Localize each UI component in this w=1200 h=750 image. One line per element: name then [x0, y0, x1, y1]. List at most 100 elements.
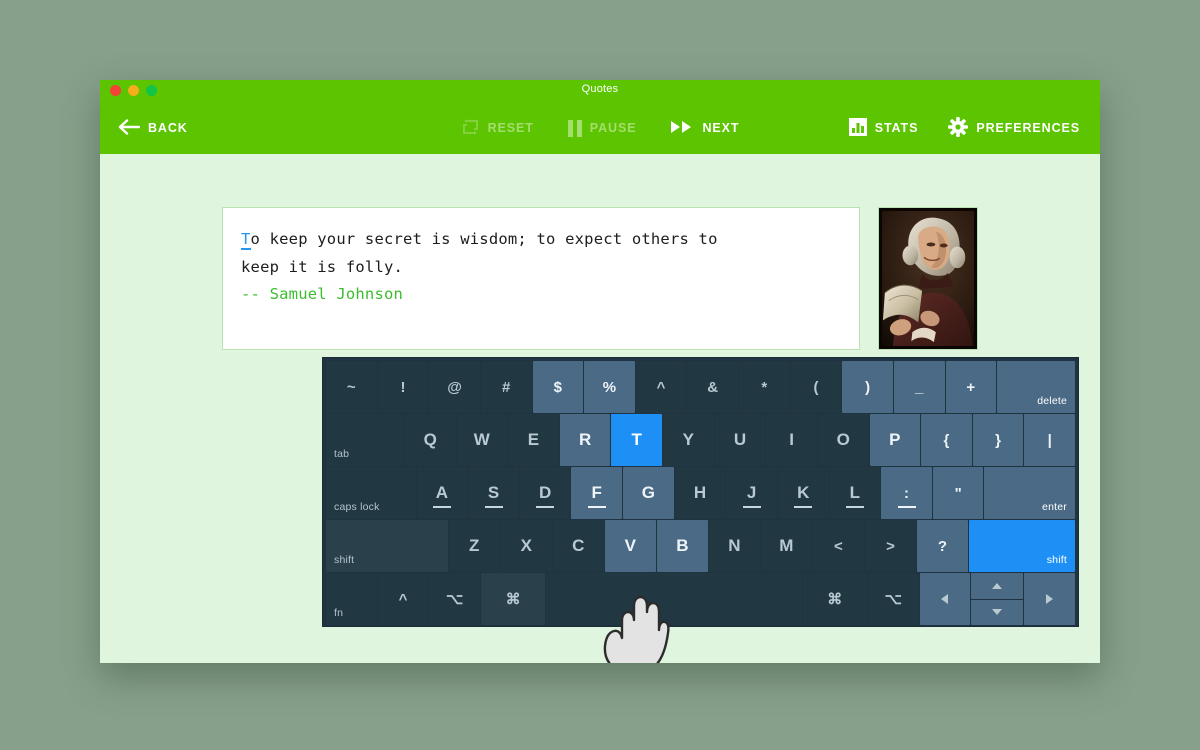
key-symbol[interactable]: !: [377, 361, 429, 413]
key-symbol[interactable]: &: [687, 361, 738, 413]
key-l[interactable]: L: [829, 467, 881, 519]
app-toolbar: BACK RESET PAUSE NEXT STATS PREFERENCES: [100, 102, 1100, 154]
key-symbol[interactable]: ~: [326, 361, 377, 413]
key-d[interactable]: D: [519, 467, 571, 519]
key-label: G: [641, 483, 655, 502]
key-space[interactable]: [546, 573, 802, 625]
key-symbol[interactable]: (: [790, 361, 842, 413]
key-s[interactable]: S: [468, 467, 519, 519]
next-button[interactable]: NEXT: [670, 120, 739, 137]
key-symbol[interactable]: ^: [377, 573, 429, 625]
key-label: !: [400, 378, 406, 396]
key-i[interactable]: I: [766, 414, 817, 466]
preferences-button[interactable]: PREFERENCES: [948, 116, 1080, 140]
key-symbol[interactable]: <: [812, 520, 864, 572]
key-symbol[interactable]: +: [945, 361, 997, 413]
key-label: ⌥: [446, 591, 464, 608]
key-label: R: [578, 430, 592, 449]
key-q[interactable]: Q: [404, 414, 456, 466]
key-u[interactable]: U: [714, 414, 766, 466]
key-arrow-right[interactable]: [1024, 573, 1075, 625]
pause-button[interactable]: PAUSE: [567, 119, 637, 137]
key-c[interactable]: C: [552, 520, 604, 572]
key-label: J: [746, 483, 757, 502]
key-label: ): [865, 378, 871, 396]
key-symbol[interactable]: #: [480, 361, 532, 413]
key-w[interactable]: W: [456, 414, 508, 466]
keyboard-row: tab Q W E R T Y U I O P {} |: [326, 414, 1076, 466]
stats-button[interactable]: STATS: [848, 117, 919, 139]
key-label: N: [728, 536, 741, 555]
key-symbol[interactable]: |: [1024, 414, 1076, 466]
home-row-marker: [587, 505, 606, 508]
key-o[interactable]: O: [817, 414, 869, 466]
key-h[interactable]: H: [674, 467, 726, 519]
home-row-marker: [536, 505, 555, 508]
key-j[interactable]: J: [726, 467, 777, 519]
key-symbol[interactable]: $: [532, 361, 584, 413]
key-label: shift: [1046, 554, 1067, 566]
key-a[interactable]: A: [416, 467, 468, 519]
key-symbol[interactable]: :: [881, 467, 932, 519]
key-symbol[interactable]: ?: [916, 520, 968, 572]
key-enter[interactable]: enter: [984, 467, 1075, 519]
key-label: ^: [398, 590, 408, 608]
key-symbol[interactable]: ^: [635, 361, 687, 413]
key-symbol[interactable]: %: [584, 361, 635, 413]
key-symbol[interactable]: ⌘: [481, 573, 546, 625]
key-arrow-left[interactable]: [919, 573, 971, 625]
keyboard-row: fn ^ ⌥ ⌘ ⌘ ⌥: [326, 573, 1075, 625]
cursor-character: T: [241, 230, 251, 250]
key-label: caps lock: [334, 501, 380, 513]
key-delete[interactable]: delete: [997, 361, 1076, 413]
reset-button[interactable]: RESET: [461, 118, 534, 139]
key-f[interactable]: F: [571, 467, 623, 519]
key-symbol[interactable]: ⌥: [429, 573, 481, 625]
pause-label: PAUSE: [589, 121, 637, 135]
key-r[interactable]: R: [559, 414, 611, 466]
key-symbol[interactable]: *: [739, 361, 790, 413]
key-k[interactable]: K: [777, 467, 829, 519]
key-e[interactable]: E: [508, 414, 559, 466]
key-p[interactable]: P: [869, 414, 921, 466]
key-symbol[interactable]: }: [972, 414, 1024, 466]
key-symbol[interactable]: ): [842, 361, 893, 413]
key-g[interactable]: G: [623, 467, 674, 519]
home-row-marker: [484, 505, 503, 508]
key-symbol[interactable]: ": [932, 467, 984, 519]
key-symbol[interactable]: ⌘: [802, 573, 867, 625]
key-v[interactable]: V: [604, 520, 656, 572]
key-fn[interactable]: fn: [326, 573, 377, 625]
key-symbol[interactable]: {: [921, 414, 972, 466]
arrow-right-icon: [1046, 594, 1054, 604]
key-label: D: [538, 483, 552, 502]
key-label: :: [904, 484, 909, 502]
typing-quote-box[interactable]: To keep your secret is wisdom; to expect…: [222, 207, 860, 350]
key-label: fn: [334, 607, 344, 619]
key-label: ⌥: [884, 591, 902, 608]
key-shift[interactable]: shift: [969, 520, 1075, 572]
key-m[interactable]: M: [760, 520, 812, 572]
bar-chart-icon: [848, 117, 867, 139]
key-symbol[interactable]: >: [864, 520, 916, 572]
key-y[interactable]: Y: [663, 414, 714, 466]
key-arrow-up[interactable]: [971, 573, 1024, 599]
key-symbol[interactable]: _: [893, 361, 945, 413]
home-row-marker: [794, 505, 813, 508]
key-x[interactable]: X: [500, 520, 552, 572]
quote-section: To keep your secret is wisdom; to expect…: [222, 207, 978, 350]
arrow-up-icon: [992, 582, 1003, 589]
key-shift[interactable]: shift: [326, 520, 448, 572]
key-caps-lock[interactable]: caps lock: [326, 467, 416, 519]
key-t[interactable]: T: [611, 414, 663, 466]
key-label: >: [886, 537, 895, 555]
key-b[interactable]: B: [656, 520, 708, 572]
key-arrow-down[interactable]: [971, 599, 1024, 625]
key-n[interactable]: N: [708, 520, 760, 572]
key-label: {: [943, 431, 950, 449]
key-symbol[interactable]: ⌥: [867, 573, 919, 625]
key-z[interactable]: Z: [448, 520, 500, 572]
key-symbol[interactable]: @: [429, 361, 480, 413]
quote-line-1-rest: o keep your secret is wisdom; to expect …: [250, 230, 718, 248]
key-tab[interactable]: tab: [326, 414, 404, 466]
